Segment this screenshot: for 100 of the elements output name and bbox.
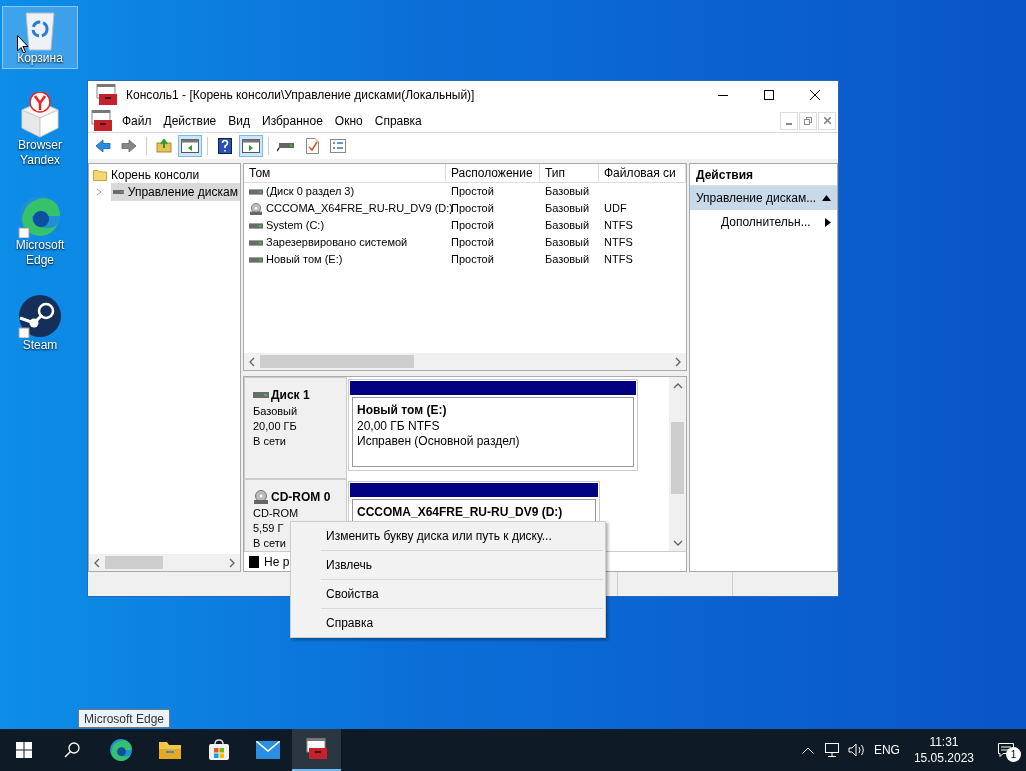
window-title: Консоль1 - [Корень консоли\Управление дисками(Локальный)]: [126, 87, 476, 104]
collapse-icon: [822, 195, 831, 201]
mouse-pointer-icon: [17, 35, 29, 54]
tree-item[interactable]: Управление дискам: [111, 183, 240, 201]
table-cell-text: Базовый: [545, 218, 590, 234]
context-menu-item[interactable]: Извлечь: [291, 553, 605, 577]
disk-name: CD-ROM 0: [271, 489, 331, 506]
table-cell-text: UDF: [604, 201, 627, 217]
scroll-right-icon[interactable]: [228, 557, 236, 568]
column-header[interactable]: Том: [244, 164, 446, 182]
toolbar-button[interactable]: [178, 135, 202, 157]
clock[interactable]: 11:31 15.05.2023: [913, 734, 974, 766]
folder-icon: [157, 740, 182, 760]
swirl-icon: [108, 738, 133, 762]
tree-item[interactable]: Корень консоли: [89, 166, 240, 183]
swirl-icon: [18, 194, 62, 238]
language-indicator[interactable]: ENG: [873, 741, 900, 759]
drive-icon: [253, 392, 269, 398]
horizontal-scrollbar[interactable]: [244, 353, 686, 370]
valve-circle-icon: [18, 294, 62, 338]
table-cell-text: NTFS: [604, 235, 633, 251]
cd-drive-icon: [253, 490, 269, 504]
column-header[interactable]: Расположение: [446, 164, 540, 182]
windows-logo-icon: [16, 742, 32, 758]
column-header[interactable]: Файловая си: [599, 164, 686, 182]
desktop-icon[interactable]: Microsoft Edge: [2, 191, 78, 271]
scroll-left-icon[interactable]: [248, 356, 256, 367]
table-cell-text: Базовый: [545, 184, 590, 200]
scroll-up-icon[interactable]: [672, 381, 683, 390]
action-item[interactable]: Дополнительн...: [690, 210, 837, 234]
table-cell-text: CCCOMA_X64FRE_RU-RU_DV9 (D:): [266, 201, 454, 217]
mdi-restore-button[interactable]: [799, 111, 817, 130]
minimize-icon: [786, 122, 792, 125]
mdi-minimize-button[interactable]: [780, 111, 798, 130]
volume-row[interactable]: Новый том (E:) Простой Базовый NTFS: [244, 251, 686, 268]
help-icon: [218, 138, 232, 154]
disk-info: В сети: [253, 536, 287, 551]
disk-label-panel[interactable]: Диск 1 Базовый 20,00 ГБ В сети: [244, 377, 347, 479]
context-menu-item[interactable]: Справка: [291, 611, 605, 635]
scroll-right-icon[interactable]: [674, 356, 682, 367]
desktop-icon-label: Steam: [21, 338, 59, 353]
speaker-icon[interactable]: [847, 743, 866, 757]
menu-item[interactable]: Окно: [328, 110, 369, 131]
table-cell-text: Простой: [451, 218, 494, 234]
column-header[interactable]: Тип: [540, 164, 599, 182]
table-cell-text: System (C:): [266, 218, 325, 234]
context-menu-item[interactable]: Свойства: [291, 582, 605, 606]
document-check-icon: [305, 138, 319, 154]
network-icon[interactable]: [823, 743, 840, 757]
menu-item[interactable]: Справка: [368, 110, 428, 131]
maximize-icon: [764, 90, 774, 100]
actions-section[interactable]: Управление дискам...: [690, 186, 837, 210]
drive-icon: [249, 188, 263, 195]
mdi-close-button[interactable]: [818, 111, 836, 130]
volume-row[interactable]: CCCOMA_X64FRE_RU-RU_DV9 (D:)Простой Базовый UDF: [244, 200, 686, 217]
tree-label: Корень консоли: [111, 166, 200, 184]
close-icon: [823, 117, 831, 124]
speech-bubble-icon: [998, 743, 1014, 757]
shopping-bag-icon: [207, 739, 230, 761]
back-arrow-icon: [95, 139, 111, 153]
scroll-down-icon[interactable]: [672, 538, 683, 547]
partition-name: CCCOMA_X64FRE_RU-RU_DV9 (D:): [357, 504, 564, 521]
notification-badge: 1: [1006, 747, 1021, 762]
gift-box-icon: [18, 92, 62, 138]
notifications-button[interactable]: 1: [986, 729, 1026, 771]
disk-info: Базовый: [253, 404, 299, 419]
cd-drive-icon: [249, 202, 263, 215]
desktop-icon[interactable]: Browser Yandex: [2, 89, 78, 171]
panel-icon: [181, 139, 199, 153]
folder-up-icon: [156, 139, 172, 153]
toolbox-icon: [304, 738, 329, 760]
search-icon: [64, 742, 80, 758]
taskbar-app[interactable]: [292, 729, 341, 771]
horizontal-scrollbar[interactable]: [89, 554, 240, 571]
desktop-icon-label: Browser Yandex: [17, 138, 63, 168]
minimize-icon: [718, 94, 728, 96]
menu-item[interactable]: Избранное: [256, 110, 329, 131]
volume-row[interactable]: (Диск 0 раздел 3) Простой Базовый: [244, 183, 686, 200]
chevron-up-icon[interactable]: [801, 746, 814, 754]
disk-info: CD-ROM: [253, 506, 300, 521]
table-cell-text: NTFS: [604, 252, 633, 268]
menu-item[interactable]: Файл: [116, 110, 158, 131]
desktop-icon[interactable]: Steam: [2, 291, 78, 356]
disk-info: 20,00 ГБ: [253, 419, 298, 434]
scroll-left-icon[interactable]: [93, 557, 101, 568]
desktop-icon-label: Корзина: [16, 51, 64, 66]
table-cell-text: NTFS: [604, 218, 633, 234]
menu-item[interactable]: Действие: [157, 110, 223, 131]
drive-icon: [113, 189, 124, 195]
partition-block[interactable]: Новый том (E:) 20,00 ГБ NTFS Исправен (Основной раздел): [348, 379, 638, 471]
menu-item[interactable]: Вид: [222, 110, 256, 131]
table-cell-text: Базовый: [545, 235, 590, 251]
vertical-scrollbar[interactable]: [669, 377, 686, 551]
volume-row[interactable]: Зарезервировано системой Простой Базовый NTFS: [244, 234, 686, 251]
table-cell-text: Зарезервировано системой: [266, 235, 408, 251]
toolbar-button[interactable]: [239, 135, 263, 157]
drive-icon: [277, 140, 295, 152]
volume-row[interactable]: System (C:) Простой Базовый NTFS: [244, 217, 686, 234]
table-cell-text: Новый том (E:): [266, 252, 343, 268]
partition-name: Новый том (E:): [357, 402, 448, 419]
